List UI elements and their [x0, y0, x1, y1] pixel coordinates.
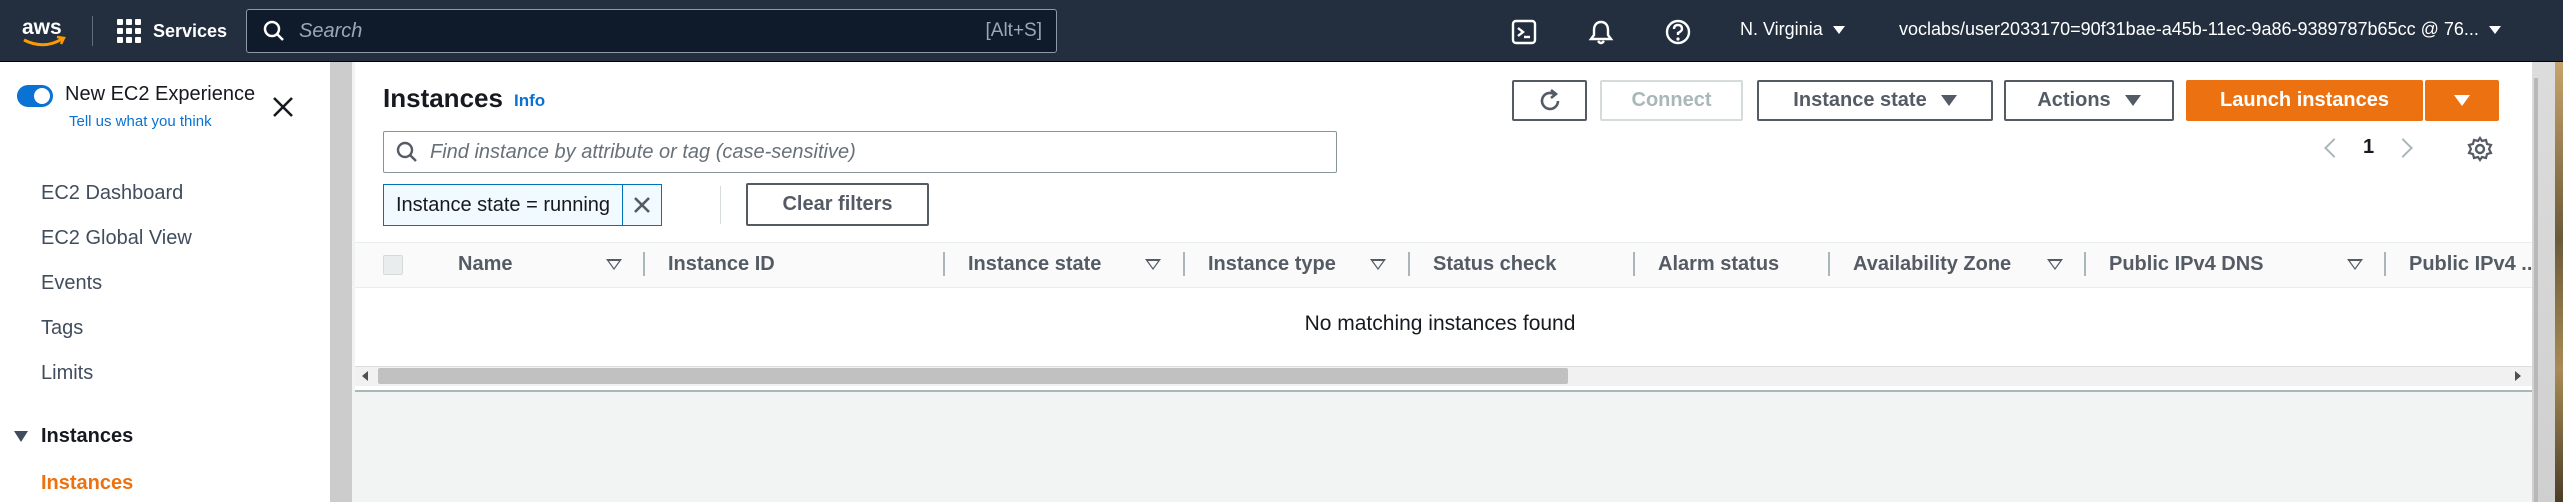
column-header-name[interactable]: Name — [458, 253, 512, 276]
close-icon — [634, 197, 650, 213]
cloudshell-icon[interactable] — [1510, 18, 1538, 46]
nav-divider — [92, 16, 93, 46]
chevron-right-icon[interactable] — [2393, 137, 2414, 158]
column-resizer[interactable] — [1408, 252, 1410, 276]
column-resizer[interactable] — [1633, 252, 1635, 276]
sidebar-item-events[interactable]: Events — [41, 272, 102, 295]
panel-bottom-border — [355, 390, 2532, 392]
sidebar-item-ec2-global-view[interactable]: EC2 Global View — [41, 227, 192, 250]
page-number[interactable]: 1 — [2363, 136, 2374, 159]
search-icon — [396, 141, 417, 162]
services-label: Services — [153, 20, 228, 41]
top-navigation-bar: aws Services [Alt+S] N. Virginia vocla — [0, 0, 2563, 62]
caret-down-icon — [1940, 95, 1957, 106]
sort-icon[interactable] — [606, 259, 622, 270]
remove-filter-button[interactable] — [623, 185, 661, 225]
connect-button[interactable]: Connect — [1600, 80, 1743, 121]
scroll-left-arrow-icon[interactable] — [362, 371, 368, 381]
desktop-background — [2555, 62, 2563, 502]
notifications-bell-icon[interactable] — [1587, 18, 1615, 46]
info-link[interactable]: Info — [514, 91, 545, 111]
instance-state-label: Instance state — [1793, 89, 1927, 111]
help-icon[interactable] — [1664, 18, 1692, 46]
sidebar-scrollbar[interactable] — [330, 62, 352, 502]
instance-filter-field[interactable] — [383, 131, 1337, 173]
global-search-bar[interactable]: [Alt+S] — [246, 9, 1057, 53]
search-shortcut-hint: [Alt+S] — [985, 20, 1043, 41]
filter-token-label[interactable]: Instance state = running — [384, 185, 624, 225]
page-title: Instances — [383, 83, 503, 113]
pagination: 1 — [2324, 136, 2414, 159]
column-header-status-check[interactable]: Status check — [1433, 253, 1556, 276]
gear-icon[interactable] — [2466, 135, 2494, 163]
sort-icon[interactable] — [1145, 259, 1161, 270]
sidebar-section-label: Instances — [41, 425, 134, 447]
column-resizer[interactable] — [1828, 252, 1830, 276]
feedback-link[interactable]: Tell us what you think — [69, 113, 212, 130]
close-icon[interactable] — [271, 95, 295, 119]
horizontal-scroll-thumb[interactable] — [378, 368, 1568, 384]
instance-filter-input[interactable] — [430, 140, 1336, 164]
sidebar-item-ec2-dashboard[interactable]: EC2 Dashboard — [41, 182, 183, 205]
column-resizer[interactable] — [2384, 252, 2386, 276]
search-input[interactable] — [299, 19, 986, 43]
region-selector[interactable]: N. Virginia — [1740, 19, 1845, 40]
sidebar-item-instances[interactable]: Instances — [41, 472, 133, 495]
sidebar-section-instances[interactable]: Instances — [14, 425, 133, 448]
account-menu[interactable]: voclabs/user2033170=90f31bae-a45b-11ec-9… — [1899, 19, 2501, 40]
actions-button[interactable]: Actions — [2004, 80, 2174, 121]
caret-down-icon — [2454, 95, 2470, 106]
new-experience-label: New EC2 Experience — [65, 83, 256, 105]
column-header-instance-state[interactable]: Instance state — [968, 253, 1101, 276]
account-label: voclabs/user2033170=90f31bae-a45b-11ec-9… — [1899, 19, 2479, 39]
sort-icon[interactable] — [2347, 259, 2363, 270]
column-header-availability-zone[interactable]: Availability Zone — [1853, 253, 2011, 276]
column-resizer[interactable] — [2084, 252, 2086, 276]
sort-icon[interactable] — [1370, 259, 1386, 270]
launch-instances-button[interactable]: Launch instances — [2186, 80, 2423, 121]
caret-down-icon — [2124, 95, 2141, 106]
instance-state-button[interactable]: Instance state — [1757, 80, 1993, 121]
column-header-public-ipv4-dns[interactable]: Public IPv4 DNS — [2109, 253, 2264, 276]
refresh-icon — [1540, 88, 1559, 110]
grid-menu-icon — [117, 19, 141, 43]
clear-filters-button[interactable]: Clear filters — [746, 183, 929, 226]
column-resizer[interactable] — [1183, 252, 1185, 276]
actions-label: Actions — [2037, 89, 2111, 111]
scroll-right-arrow-icon[interactable] — [2515, 371, 2521, 381]
column-header-instance-type[interactable]: Instance type — [1208, 253, 1336, 276]
region-label: N. Virginia — [1740, 19, 1823, 39]
sort-icon[interactable] — [2047, 259, 2063, 270]
sidebar-item-limits[interactable]: Limits — [41, 362, 93, 385]
svg-text:aws: aws — [22, 16, 62, 39]
launch-dropdown-button[interactable] — [2425, 80, 2499, 121]
column-header-alarm-status[interactable]: Alarm status — [1658, 253, 1779, 276]
column-header-public-ipv4[interactable]: Public IPv4 ... — [2409, 253, 2538, 276]
search-icon — [263, 20, 284, 41]
caret-down-icon — [14, 431, 28, 442]
services-menu-button[interactable]: Services — [117, 17, 227, 45]
aws-logo[interactable]: aws — [20, 14, 68, 50]
filter-divider — [720, 186, 721, 224]
filter-token: Instance state = running — [383, 184, 663, 226]
chevron-down-icon — [2488, 25, 2501, 34]
chevron-down-icon — [1832, 25, 1845, 34]
select-all-checkbox[interactable] — [383, 255, 403, 275]
refresh-button[interactable] — [1512, 80, 1587, 121]
column-resizer[interactable] — [943, 252, 945, 276]
empty-state-message: No matching instances found — [1304, 312, 1576, 335]
column-resizer[interactable] — [643, 252, 645, 276]
chevron-left-icon[interactable] — [2324, 137, 2344, 158]
column-header-instance-id[interactable]: Instance ID — [668, 253, 775, 276]
new-experience-toggle[interactable] — [17, 85, 53, 107]
